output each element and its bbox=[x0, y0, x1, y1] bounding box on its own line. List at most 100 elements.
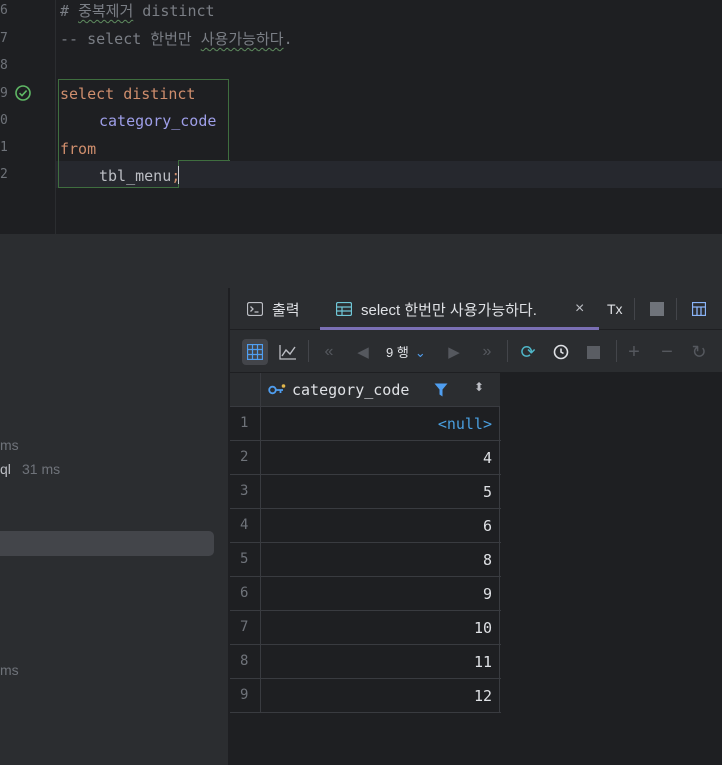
table-row[interactable]: 3 5 bbox=[230, 475, 501, 509]
line-chart-icon bbox=[279, 345, 296, 360]
table-row[interactable]: 2 4 bbox=[230, 441, 501, 475]
table-icon bbox=[336, 302, 352, 316]
key-column-icon bbox=[268, 384, 286, 395]
console-icon bbox=[247, 302, 263, 316]
query-timing: 31 ms bbox=[22, 461, 61, 477]
tool-window-header bbox=[0, 236, 722, 288]
grid-icon bbox=[247, 344, 263, 360]
table-row[interactable]: 5 8 bbox=[230, 543, 501, 577]
line-number: 0 bbox=[0, 113, 8, 128]
toolbar-separator bbox=[507, 340, 508, 362]
row-number: 6 bbox=[230, 577, 261, 610]
tab-output[interactable]: 출력 bbox=[247, 288, 300, 330]
session-name[interactable]: ql bbox=[0, 461, 11, 477]
row-number: 7 bbox=[230, 611, 261, 644]
table-row[interactable]: 8 11 bbox=[230, 645, 501, 679]
toolbar-separator bbox=[616, 340, 617, 362]
code-keyword-select: select distinct bbox=[60, 85, 196, 103]
cell-category-code[interactable]: <null> bbox=[262, 407, 500, 440]
column-header-label[interactable]: category_code bbox=[292, 381, 409, 399]
line-number: 8 bbox=[0, 58, 8, 73]
gutter-divider bbox=[55, 0, 56, 234]
row-number: 2 bbox=[230, 441, 261, 474]
results-panel: 출력 select 한번만 사용가능하다. × Tx « ◀ 9 행 ⌄ ▶ »… bbox=[230, 288, 722, 765]
table-row[interactable]: 6 9 bbox=[230, 577, 501, 611]
comment-suffix: . bbox=[283, 30, 293, 48]
table-row[interactable]: 4 6 bbox=[230, 509, 501, 543]
cell-category-code[interactable]: 5 bbox=[262, 475, 500, 508]
line-number: 2 bbox=[0, 167, 8, 182]
sort-icon[interactable]: ⬍ bbox=[474, 380, 484, 394]
history-icon bbox=[553, 344, 569, 360]
transaction-mode-button[interactable]: Tx bbox=[607, 288, 623, 330]
row-number: 1 bbox=[230, 407, 261, 440]
rows-count-label: 9 행 bbox=[386, 345, 409, 360]
cell-category-code[interactable]: 12 bbox=[262, 679, 500, 712]
sql-editor[interactable]: 6 7 8 9 0 1 2 # 중복제거 distinct -- select … bbox=[0, 0, 722, 234]
cell-category-code[interactable]: 10 bbox=[262, 611, 500, 644]
first-page-icon[interactable]: « bbox=[316, 339, 342, 365]
stop-square-icon bbox=[586, 345, 600, 359]
chart-view-button[interactable] bbox=[275, 339, 301, 365]
code-line-comment: -- select 한번만 사용가능하다. bbox=[60, 30, 293, 48]
line-number: 7 bbox=[0, 31, 8, 46]
cell-category-code[interactable]: 8 bbox=[262, 543, 500, 576]
services-tree-panel[interactable]: ms ql 31 ms ms bbox=[0, 288, 229, 765]
layout-icon[interactable] bbox=[692, 302, 706, 316]
stop-icon[interactable] bbox=[650, 302, 664, 316]
comment-korean-word: 중복제거 bbox=[78, 2, 134, 20]
row-number-header bbox=[230, 373, 261, 407]
grid-header: category_code ⬍ bbox=[230, 373, 500, 407]
selected-tree-item[interactable] bbox=[0, 531, 214, 556]
table-row[interactable]: 1 <null> bbox=[230, 407, 501, 441]
cancel-query-button[interactable] bbox=[580, 339, 606, 365]
cell-category-code[interactable]: 4 bbox=[262, 441, 500, 474]
delete-row-icon[interactable]: − bbox=[654, 339, 680, 365]
statement-success-check-icon[interactable] bbox=[14, 84, 32, 102]
filter-icon[interactable] bbox=[434, 383, 448, 397]
tab-query-result[interactable]: select 한번만 사용가능하다. bbox=[336, 288, 537, 330]
table-view-button[interactable] bbox=[242, 339, 268, 365]
comment-prefix: -- select 한번만 bbox=[60, 30, 201, 48]
cell-category-code[interactable]: 9 bbox=[262, 577, 500, 610]
rows-count-dropdown[interactable]: 9 행 ⌄ bbox=[386, 342, 426, 361]
revert-icon[interactable]: ↻ bbox=[686, 339, 712, 365]
code-column-name: category_code bbox=[99, 112, 217, 130]
cell-category-code[interactable]: 11 bbox=[262, 645, 500, 678]
toolbar-separator bbox=[634, 298, 635, 320]
comment-rest: distinct bbox=[133, 2, 215, 20]
refresh-icon[interactable]: ⟳ bbox=[515, 339, 541, 365]
row-number: 3 bbox=[230, 475, 261, 508]
code-line-comment: # 중복제거 distinct bbox=[60, 2, 215, 20]
results-toolbar: « ◀ 9 행 ⌄ ▶ » ⟳ + − ↻ bbox=[230, 330, 722, 373]
line-number: 1 bbox=[0, 140, 8, 155]
row-number: 9 bbox=[230, 679, 261, 712]
results-tab-bar: 출력 select 한번만 사용가능하다. × Tx bbox=[230, 288, 722, 330]
tab-query-result-label: select 한번만 사용가능하다. bbox=[361, 301, 537, 319]
toolbar-separator bbox=[308, 340, 309, 362]
tab-close-button[interactable]: × bbox=[575, 288, 584, 330]
row-number: 8 bbox=[230, 645, 261, 678]
line-number: 6 bbox=[0, 3, 8, 18]
code-keyword-from: from bbox=[60, 140, 97, 158]
text-caret bbox=[178, 166, 179, 184]
query-timing: ms bbox=[0, 662, 19, 678]
table-row[interactable]: 7 10 bbox=[230, 611, 501, 645]
comment-prefix: # bbox=[60, 2, 79, 20]
statement-outline-edge bbox=[178, 160, 230, 161]
previous-page-icon[interactable]: ◀ bbox=[350, 339, 376, 365]
line-number: 9 bbox=[0, 86, 8, 101]
table-row[interactable]: 9 12 bbox=[230, 679, 501, 713]
code-line-table: tbl_menu; bbox=[99, 167, 180, 185]
query-timing: ms bbox=[0, 437, 19, 453]
next-page-icon[interactable]: ▶ bbox=[441, 339, 467, 365]
toolbar-separator bbox=[676, 298, 677, 320]
cell-category-code[interactable]: 6 bbox=[262, 509, 500, 542]
chevron-down-icon: ⌄ bbox=[414, 345, 426, 360]
row-number: 5 bbox=[230, 543, 261, 576]
row-number: 4 bbox=[230, 509, 261, 542]
comment-korean-word: 사용가능하다 bbox=[200, 30, 284, 48]
last-page-icon[interactable]: » bbox=[474, 339, 500, 365]
add-row-icon[interactable]: + bbox=[621, 339, 647, 365]
history-button[interactable] bbox=[548, 339, 574, 365]
